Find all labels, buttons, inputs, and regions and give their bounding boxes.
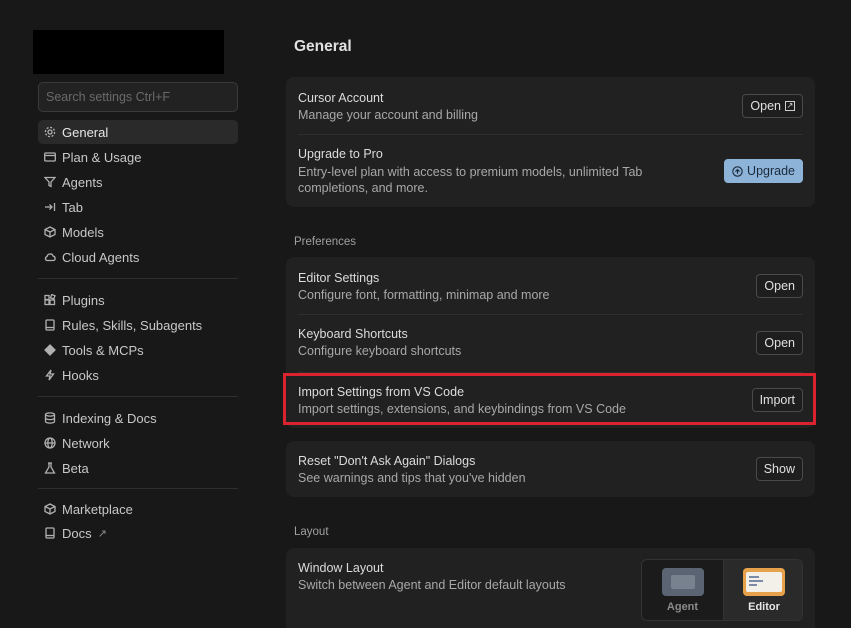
editor-layout-thumbnail xyxy=(743,568,785,596)
button-label: Open xyxy=(764,279,795,293)
layout-option-editor[interactable]: Editor xyxy=(723,560,802,620)
row-title: Editor Settings xyxy=(298,271,380,285)
sidebar-item-label: Plan & Usage xyxy=(62,149,142,165)
row-description: Entry-level plan with access to premium … xyxy=(298,165,643,195)
row-description: Switch between Agent and Editor default … xyxy=(298,578,566,592)
row-title: Upgrade to Pro xyxy=(298,147,383,161)
row-description: See warnings and tips that you've hidden xyxy=(298,471,526,485)
sidebar-item-label: Hooks xyxy=(62,367,99,383)
sidebar-item-models[interactable]: Models xyxy=(38,220,238,244)
open-editor-settings-button[interactable]: Open xyxy=(756,274,803,298)
row-description: Manage your account and billing xyxy=(298,108,478,122)
plugins-icon xyxy=(44,294,56,306)
sidebar-item-label: Agents xyxy=(62,174,103,190)
cursor-account-row: Cursor Account Manage your account and b… xyxy=(298,77,803,134)
flask-icon xyxy=(44,462,56,474)
sidebar-item-label: Cloud Agents xyxy=(62,249,140,265)
sidebar-item-label: Indexing & Docs xyxy=(62,410,157,426)
sidebar: General Plan & Usage Agents Tab Models C… xyxy=(0,0,250,628)
window-layout-selector: Agent Editor xyxy=(641,559,803,621)
sidebar-divider xyxy=(38,278,238,279)
sidebar-item-general[interactable]: General xyxy=(38,120,238,144)
account-card: Cursor Account Manage your account and b… xyxy=(286,77,815,207)
layout-option-label: Agent xyxy=(666,601,699,613)
button-label: Open xyxy=(750,99,781,113)
cube-icon xyxy=(44,503,56,515)
redacted-user-block xyxy=(33,30,224,74)
sidebar-item-label: Plugins xyxy=(62,292,105,308)
button-label: Open xyxy=(764,336,795,350)
row-title: Window Layout xyxy=(298,561,384,575)
row-title: Reset "Don't Ask Again" Dialogs xyxy=(298,454,476,468)
book-icon xyxy=(44,527,56,539)
cube-icon xyxy=(44,226,56,238)
sidebar-item-docs[interactable]: Docs ↗ xyxy=(38,521,238,545)
sidebar-item-tools-mcps[interactable]: Tools & MCPs xyxy=(38,338,238,362)
sidebar-item-hooks[interactable]: Hooks xyxy=(38,363,238,387)
show-dialogs-button[interactable]: Show xyxy=(755,457,803,481)
external-link-icon: ↗ xyxy=(97,527,107,540)
sidebar-item-network[interactable]: Network xyxy=(38,431,238,455)
row-title: Keyboard Shortcuts xyxy=(298,327,408,341)
sidebar-item-indexing-docs[interactable]: Indexing & Docs xyxy=(38,406,238,430)
sidebar-item-agents[interactable]: Agents xyxy=(38,170,238,194)
external-link-icon: ↗ xyxy=(785,101,795,111)
bolt-icon xyxy=(44,369,56,381)
reset-dialogs-row: Reset "Don't Ask Again" Dialogs See warn… xyxy=(298,441,803,497)
layout-option-agent[interactable]: Agent xyxy=(642,560,723,620)
row-description: Configure font, formatting, minimap and … xyxy=(298,288,550,302)
sidebar-item-label: Models xyxy=(62,224,104,240)
sidebar-item-label: Docs xyxy=(62,525,92,541)
layout-option-label: Editor xyxy=(748,601,780,613)
sidebar-item-label: Tools & MCPs xyxy=(62,342,144,358)
editor-settings-row: Editor Settings Configure font, formatti… xyxy=(298,257,803,314)
upgrade-button[interactable]: Upgrade xyxy=(724,159,803,183)
highlight-box xyxy=(283,373,816,425)
tab-arrow-icon xyxy=(44,201,56,213)
sidebar-item-tab[interactable]: Tab xyxy=(38,195,238,219)
row-description: Configure keyboard shortcuts xyxy=(298,344,462,358)
globe-icon xyxy=(44,437,56,449)
agents-icon xyxy=(44,176,56,188)
layout-section-label: Layout xyxy=(294,526,329,538)
card-icon xyxy=(44,151,56,163)
open-keyboard-shortcuts-button[interactable]: Open xyxy=(756,331,803,355)
sidebar-item-label: General xyxy=(62,124,109,140)
cloud-icon xyxy=(44,251,56,263)
button-label: Upgrade xyxy=(747,164,795,178)
arrow-up-circle-icon xyxy=(732,165,743,177)
agent-layout-thumbnail xyxy=(661,568,704,596)
upgrade-pro-row: Upgrade to Pro Entry-level plan with acc… xyxy=(298,135,803,207)
tools-icon xyxy=(44,344,56,356)
button-label: Show xyxy=(763,462,795,476)
sidebar-item-rules[interactable]: Rules, Skills, Subagents xyxy=(38,313,238,337)
book-icon xyxy=(44,319,56,331)
sidebar-divider xyxy=(38,488,238,489)
sidebar-item-label: Network xyxy=(62,435,110,451)
sidebar-item-marketplace[interactable]: Marketplace xyxy=(38,497,238,521)
sidebar-item-plugins[interactable]: Plugins xyxy=(38,288,238,312)
sidebar-item-label: Rules, Skills, Subagents xyxy=(62,317,203,333)
page-title: General xyxy=(294,38,352,55)
keyboard-shortcuts-row: Keyboard Shortcuts Configure keyboard sh… xyxy=(298,315,803,372)
preferences-section-label: Preferences xyxy=(294,236,357,248)
sidebar-item-cloud-agents[interactable]: Cloud Agents xyxy=(38,245,238,269)
search-input[interactable] xyxy=(38,82,238,112)
sidebar-item-label: Marketplace xyxy=(62,501,133,517)
row-title: Cursor Account xyxy=(298,91,384,105)
gear-icon xyxy=(44,126,56,138)
sidebar-item-label: Tab xyxy=(62,199,83,215)
reset-dialogs-card: Reset "Don't Ask Again" Dialogs See warn… xyxy=(286,441,815,497)
open-account-button[interactable]: Open ↗ xyxy=(742,94,803,118)
sidebar-item-label: Beta xyxy=(62,460,89,476)
sidebar-item-beta[interactable]: Beta xyxy=(38,456,238,480)
sidebar-item-plan-usage[interactable]: Plan & Usage xyxy=(38,145,238,169)
sidebar-divider xyxy=(38,396,238,397)
database-icon xyxy=(44,412,56,424)
